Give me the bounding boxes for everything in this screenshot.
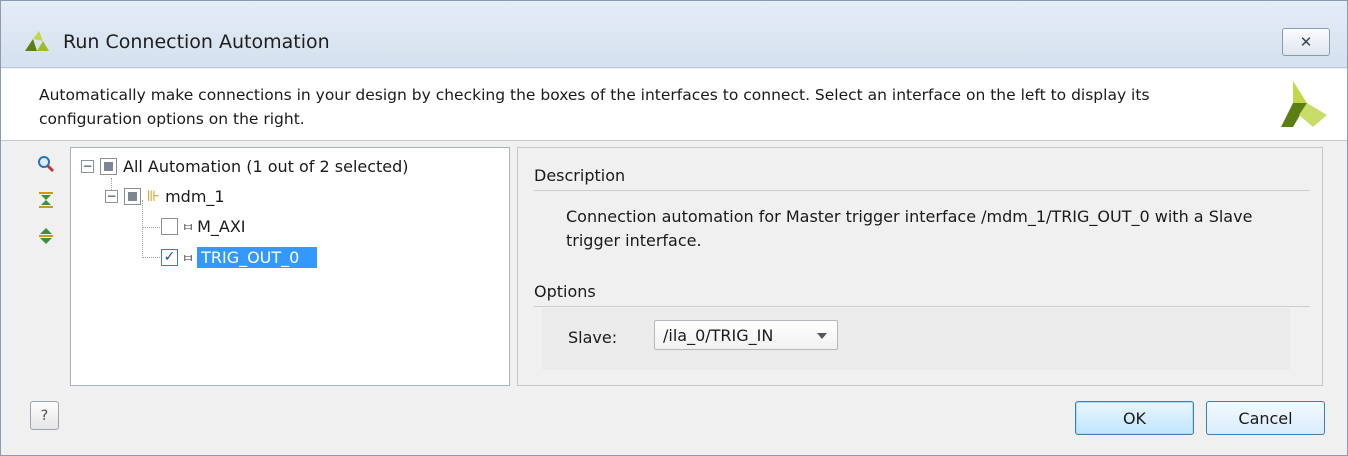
tree-row-interface[interactable]: ⧦ M_AXI (161, 214, 246, 238)
expand-all-icon[interactable] (37, 227, 55, 245)
tree-row-all-automation[interactable]: − All Automation (1 out of 2 selected) (81, 154, 409, 178)
description-text: Connection automation for Master trigger… (566, 207, 1253, 250)
collapse-toggle-icon[interactable]: − (105, 189, 118, 203)
chevron-down-icon (817, 333, 827, 339)
tree-label-interface: M_AXI (197, 216, 246, 236)
collapse-toggle-icon[interactable]: − (81, 159, 94, 173)
close-icon: ✕ (1299, 33, 1313, 51)
tree-label-root: All Automation (1 out of 2 selected) (123, 156, 409, 176)
help-button[interactable]: ? (30, 401, 59, 430)
collapse-all-icon[interactable] (37, 191, 55, 209)
interface-checkbox[interactable] (161, 217, 178, 235)
title-bar[interactable]: Run Connection Automation ✕ (1, 1, 1347, 68)
interface-checkbox[interactable] (161, 248, 178, 266)
slave-label: Slave: (568, 328, 618, 347)
slave-select[interactable]: /ila_0/TRIG_IN (654, 320, 838, 350)
dialog-window: Run Connection Automation ✕ Automaticall… (0, 0, 1348, 456)
options-box: Slave: /ila_0/TRIG_IN (542, 308, 1290, 370)
component-checkbox[interactable] (124, 187, 141, 205)
divider (534, 306, 1310, 307)
ok-button[interactable]: OK (1075, 401, 1194, 435)
tree-row-interface[interactable]: ⧦ TRIG_OUT_0 (161, 245, 318, 269)
all-automation-checkbox[interactable] (100, 157, 117, 175)
tree-row-component[interactable]: − ⊪ mdm_1 (105, 184, 225, 208)
interface-icon: ⧦ (184, 218, 193, 234)
details-panel: Description Connection automation for Ma… (517, 147, 1323, 386)
divider (534, 190, 1310, 191)
slave-select-value: /ila_0/TRIG_IN (663, 325, 774, 345)
help-icon: ? (40, 407, 49, 424)
close-button[interactable]: ✕ (1282, 28, 1330, 56)
xilinx-logo-icon (1281, 81, 1327, 127)
cancel-button[interactable]: Cancel (1206, 401, 1325, 435)
tree-label-component: mdm_1 (165, 186, 225, 206)
options-heading: Options (534, 282, 596, 301)
interface-icon: ⧦ (184, 249, 193, 265)
component-icon: ⊪ (147, 187, 161, 205)
search-icon[interactable] (37, 155, 55, 173)
header-message: Automatically make connections in your d… (39, 86, 1150, 128)
tree-label-interface-selected: TRIG_OUT_0 (197, 246, 318, 268)
app-logo-icon (25, 31, 49, 51)
dialog-title: Run Connection Automation (63, 31, 330, 53)
description-heading: Description (534, 166, 626, 185)
header-panel: Automatically make connections in your d… (1, 69, 1347, 141)
automation-tree[interactable]: − All Automation (1 out of 2 selected) −… (70, 147, 510, 386)
